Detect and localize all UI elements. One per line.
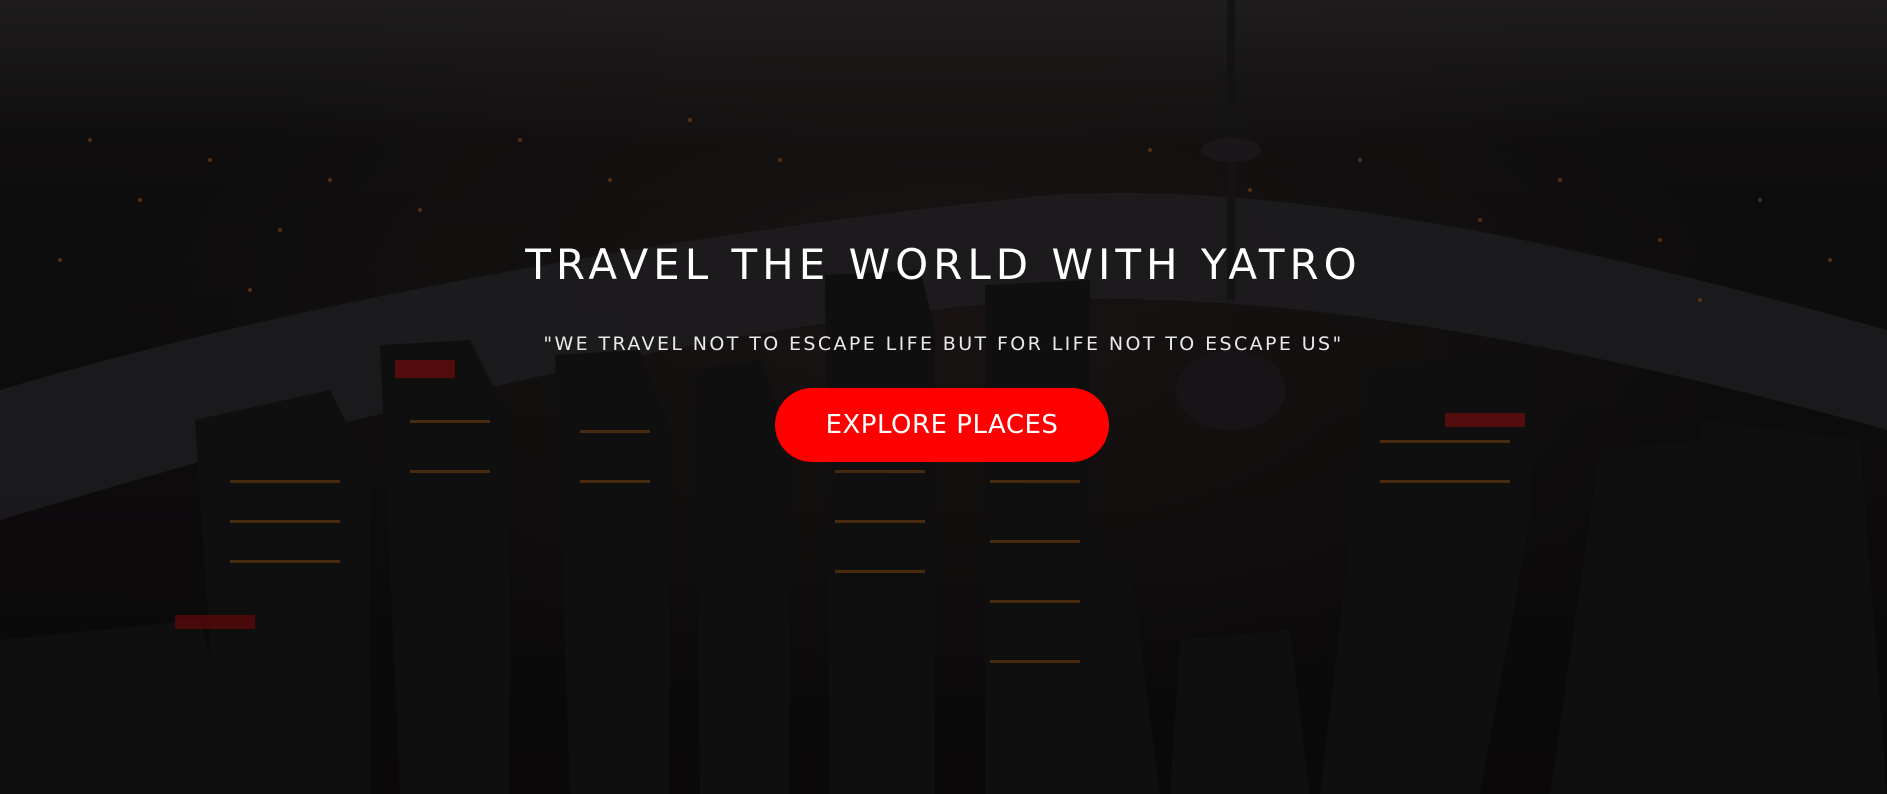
hero-content: TRAVEL THE WORLD WITH YATRO "WE TRAVEL N…: [0, 0, 1887, 794]
hero-headline: TRAVEL THE WORLD WITH YATRO: [525, 240, 1362, 289]
hero-quote: "WE TRAVEL NOT TO ESCAPE LIFE BUT FOR LI…: [543, 333, 1344, 355]
explore-places-button[interactable]: EXPLORE PLACES: [775, 388, 1109, 462]
hero-section: TRAVEL THE WORLD WITH YATRO "WE TRAVEL N…: [0, 0, 1887, 794]
